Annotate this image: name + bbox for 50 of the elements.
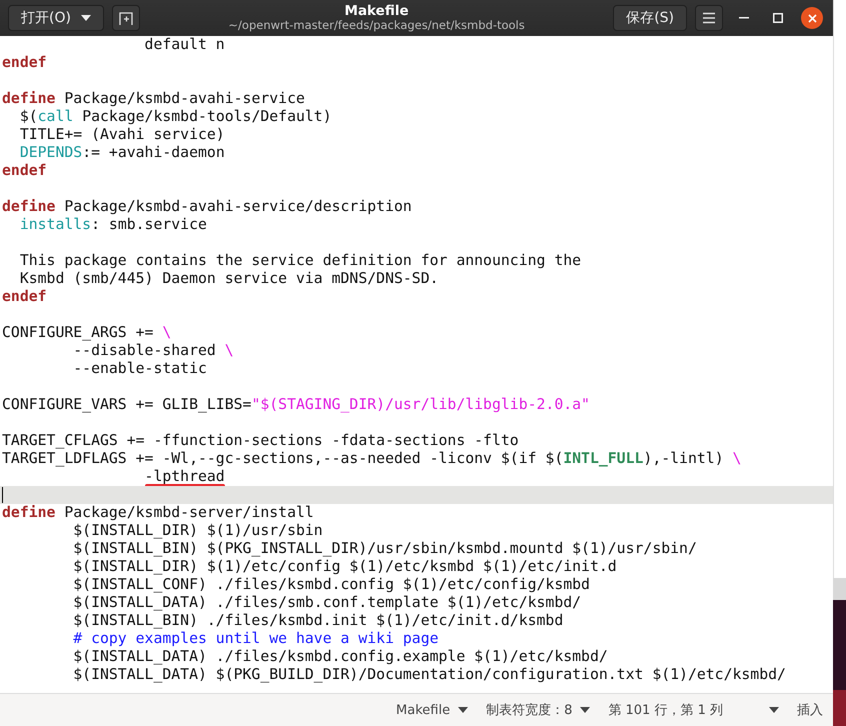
caret-icon [769, 707, 779, 713]
code-line: define Package/ksmbd-avahi-service [2, 90, 305, 107]
code-line: $(INSTALL_CONF) ./files/ksmbd.config $(1)/etc/config/ksmbd [72, 576, 590, 593]
minimize-icon [739, 17, 749, 19]
caret-icon [458, 707, 468, 713]
code-line: $(INSTALL_DIR) $(1)/etc/config $(1)/etc/ksmbd $(1)/etc/init.d [72, 558, 617, 575]
insert-mode[interactable]: 插入 [797, 701, 823, 719]
tab-width-selector[interactable]: 制表符宽度：8 [486, 701, 590, 719]
code-line: installs: smb.service [18, 216, 207, 233]
code-line: -lpthread [144, 468, 225, 485]
menu-icon [702, 12, 716, 24]
code-line: endef [2, 162, 47, 179]
code-line: CONFIGURE_ARGS += \ [2, 324, 172, 341]
new-tab-button[interactable] [112, 5, 140, 31]
code-line: endef [2, 288, 47, 305]
window-subtitle: ~/openwrt-master/feeds/packages/net/ksmbd-tools [228, 19, 525, 32]
code-line: endef [2, 54, 47, 71]
code-line: default n [144, 36, 225, 53]
new-tab-icon [118, 10, 134, 26]
open-button[interactable]: 打开(O) [8, 5, 104, 31]
code-line: TARGET_CFLAGS += -ffunction-sections -fdata-sections -flto [2, 432, 519, 449]
save-button[interactable]: 保存(S) [613, 5, 687, 31]
close-button[interactable] [801, 7, 823, 29]
window-title: Makefile [344, 4, 409, 20]
code-line: $(INSTALL_DIR) $(1)/usr/sbin [72, 522, 323, 539]
caret-icon [580, 707, 590, 713]
close-icon [808, 14, 816, 22]
code-line: CONFIGURE_VARS += GLIB_LIBS="$(STAGING_DIR)/usr/lib/libglib-2.0.a" [2, 396, 590, 413]
code-line: --enable-static [72, 360, 207, 377]
code-line: Ksmbd (smb/445) Daemon service via mDNS/DNS-SD. [18, 270, 439, 287]
code-line: TITLE+= (Avahi service) [18, 126, 225, 143]
code-line: This package contains the service definition for announcing the [18, 252, 582, 269]
code-line: $(INSTALL_DATA) $(PKG_BUILD_DIR)/Documentation/configuration.txt $(1)/etc/ksmbd/ [72, 666, 786, 683]
code-line: TARGET_LDFLAGS += -Wl,--gc-sections,--as-needed -liconv $(if $(INTL_FULL),-lintl) \ [2, 450, 742, 467]
code-line: $(INSTALL_BIN) $(PKG_INSTALL_DIR)/usr/sbin/ksmbd.mountd $(1)/usr/sbin/ [72, 540, 697, 557]
text-cursor [2, 487, 3, 503]
code-line: define Package/ksmbd-server/install [2, 504, 314, 521]
code-line: # copy examples until we have a wiki page [72, 630, 439, 647]
maximize-icon [773, 13, 783, 23]
cursor-position[interactable]: 第 101 行，第 1 列 [608, 701, 779, 719]
code-line: DEPENDS:= +avahi-daemon [18, 144, 225, 161]
code-line: $(INSTALL_DATA) ./files/smb.conf.template $(1)/etc/ksmbd/ [72, 594, 582, 611]
caret-icon [80, 15, 91, 21]
language-selector[interactable]: Makefile [396, 702, 468, 718]
code-line: define Package/ksmbd-avahi-service/description [2, 198, 412, 215]
code-line: --disable-shared \ [72, 342, 234, 359]
menu-button[interactable] [695, 5, 723, 31]
code-line: $(call Package/ksmbd-tools/Default) [18, 108, 332, 125]
code-line: $(INSTALL_BIN) ./files/ksmbd.init $(1)/etc/init.d/ksmbd [72, 612, 564, 629]
code-line: $(INSTALL_DATA) ./files/ksmbd.config.example $(1)/etc/ksmbd/ [72, 648, 608, 665]
